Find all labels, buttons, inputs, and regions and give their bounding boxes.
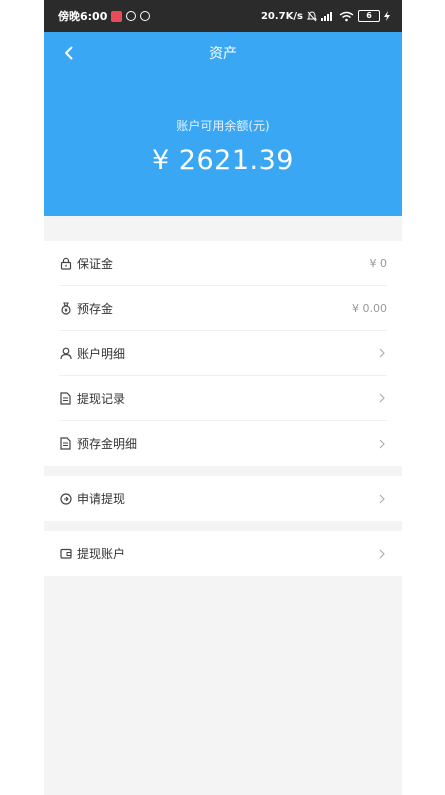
withdraw-group: 申请提现 <box>44 476 402 521</box>
signal-icon <box>321 12 332 21</box>
withdraw-icon <box>59 492 72 506</box>
document-icon <box>59 391 72 405</box>
chevron-right-icon <box>377 347 387 359</box>
withdraw-records-label: 提现记录 <box>77 391 126 406</box>
sync-icon <box>140 11 151 21</box>
status-bar-left: 傍晚6:00 <box>58 8 151 24</box>
phone-screen: 傍晚6:00 20.7K/s 6 资产 账户可用余额(元) ¥ 2621.39 … <box>44 0 402 795</box>
app-notification-icon <box>111 10 123 22</box>
section-separator <box>44 466 402 476</box>
apply-withdraw-row[interactable]: 申请提现 <box>59 476 387 521</box>
balance-label: 账户可用余额(元) <box>176 119 270 133</box>
battery-icon: 6 <box>358 10 380 22</box>
charging-icon <box>384 11 390 21</box>
account-details-label: 账户明细 <box>77 346 126 361</box>
deposit-value: ¥ 0 <box>369 256 388 270</box>
withdraw-account-label: 提现账户 <box>77 547 126 561</box>
chevron-right-icon <box>377 493 387 505</box>
mute-icon <box>307 10 317 21</box>
lock-icon <box>59 256 72 270</box>
page-title: 资产 <box>209 46 237 62</box>
status-bar-right: 20.7K/s 6 <box>261 10 390 22</box>
network-speed: 20.7K/s <box>260 10 303 22</box>
section-gap <box>44 216 402 241</box>
status-bar: 傍晚6:00 20.7K/s 6 <box>44 0 402 32</box>
deposit-row[interactable]: 保证金 ¥ 0 <box>59 241 387 286</box>
withdraw-records-row[interactable]: 提现记录 <box>59 376 387 421</box>
chevron-right-icon <box>377 392 387 404</box>
prepaid-label: 预存金 <box>77 301 114 316</box>
document-icon <box>59 437 72 451</box>
prepaid-value: ¥ 0.00 <box>352 301 387 315</box>
withdraw-account-row[interactable]: 提现账户 <box>59 531 387 576</box>
account-details-row[interactable]: 账户明细 <box>59 331 387 376</box>
money-bag-icon <box>59 301 72 315</box>
asset-list: 保证金 ¥ 0 预存金 ¥ 0.00 账户明细 提现记录 预存金明细 <box>44 241 402 466</box>
apply-withdraw-label: 申请提现 <box>77 492 126 506</box>
prepaid-details-label: 预存金明细 <box>77 437 138 451</box>
wallet-icon <box>59 547 72 561</box>
user-icon <box>59 346 72 360</box>
prepaid-row[interactable]: 预存金 ¥ 0.00 <box>59 286 387 331</box>
account-group: 提现账户 <box>44 531 402 576</box>
status-time: 傍晚6:00 <box>58 10 108 23</box>
chevron-right-icon <box>377 548 387 560</box>
asset-header: 资产 账户可用余额(元) ¥ 2621.39 <box>44 32 402 216</box>
chevron-right-icon <box>377 438 387 450</box>
deposit-label: 保证金 <box>77 256 114 271</box>
balance-amount: ¥ 2621.39 <box>152 145 294 176</box>
section-separator <box>44 521 402 531</box>
wifi-icon <box>339 11 354 21</box>
sync-icon <box>126 11 137 21</box>
prepaid-details-row[interactable]: 预存金明细 <box>59 421 387 466</box>
